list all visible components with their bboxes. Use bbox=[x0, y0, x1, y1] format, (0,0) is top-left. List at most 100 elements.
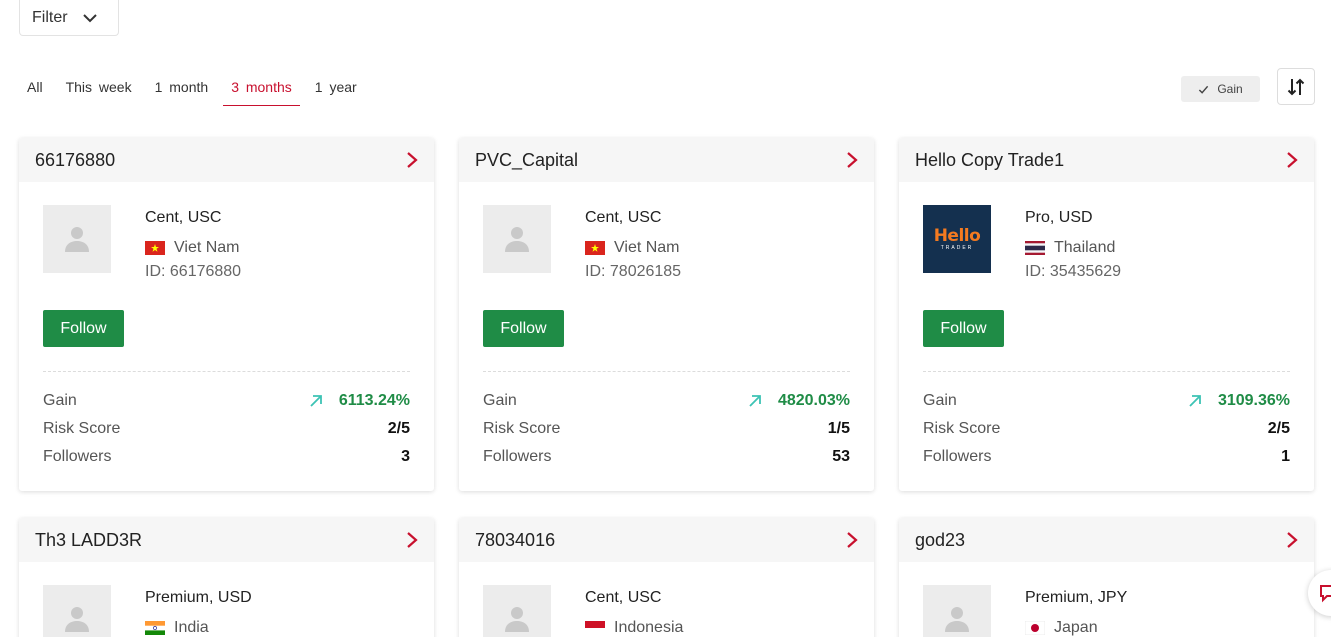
chevron-right-icon bbox=[407, 532, 418, 548]
stat-label: Gain bbox=[483, 392, 517, 409]
divider bbox=[43, 371, 410, 372]
stat-row-risk: Risk Score 2/5 bbox=[923, 415, 1290, 443]
country: Viet Nam bbox=[145, 238, 241, 258]
account-type: Cent, USC bbox=[145, 209, 222, 226]
vietnam-flag bbox=[585, 241, 605, 255]
trader-card-header[interactable]: god23 bbox=[899, 518, 1314, 562]
gain-value: 3109.36% bbox=[1217, 392, 1290, 409]
filter-dropdown[interactable]: Filter bbox=[19, 0, 119, 36]
trader-card: 66176880 Cent, USC Viet Nam ID: 66176880 Fol… bbox=[19, 138, 434, 491]
country-name: India bbox=[174, 619, 209, 636]
tab-3-months[interactable]: 3 months bbox=[223, 68, 300, 106]
country: Viet Nam bbox=[585, 238, 681, 258]
chevron-right-icon bbox=[847, 532, 858, 548]
stat-row-risk: Risk Score 2/5 bbox=[43, 415, 410, 443]
account-type: Premium, USD bbox=[145, 589, 252, 606]
risk-score-value: 1/5 bbox=[827, 420, 850, 437]
risk-score-value: 2/5 bbox=[1267, 420, 1290, 437]
sort-by-gain-chip[interactable]: Gain bbox=[1181, 76, 1260, 102]
stat-row-followers: Followers 1 bbox=[923, 443, 1290, 471]
gain-value: 6113.24% bbox=[338, 392, 410, 409]
avatar bbox=[43, 205, 111, 273]
sort-order-button[interactable] bbox=[1277, 68, 1315, 105]
trader-stats: Gain 6113.24% Risk Score 2/5 Followers 3 bbox=[43, 387, 410, 471]
trader-name: god23 bbox=[915, 529, 966, 550]
stat-label: Gain bbox=[43, 392, 77, 409]
trader-info: Premium, USD India bbox=[145, 588, 252, 637]
tab-this-week[interactable]: This week bbox=[58, 68, 140, 106]
trader-stats: Gain 4820.03% Risk Score 1/5 Followers 53 bbox=[483, 387, 850, 471]
trader-card: Hello Copy Trade1 Hello TRADER Pro, USD Thai… bbox=[899, 138, 1314, 491]
gain-value-group: 4820.03% bbox=[747, 392, 850, 410]
stat-label: Followers bbox=[483, 448, 552, 465]
stat-row-gain: Gain 4820.03% bbox=[483, 387, 850, 415]
country-name: Japan bbox=[1054, 619, 1098, 636]
avatar bbox=[483, 205, 551, 273]
trader-info: Cent, USC Viet Nam ID: 66176880 bbox=[145, 208, 241, 282]
trader-name: Th3 LADD3R bbox=[35, 529, 143, 550]
tab-all[interactable]: All bbox=[19, 68, 51, 106]
trader-name: 66176880 bbox=[35, 149, 116, 170]
indonesia-flag bbox=[585, 621, 605, 635]
avatar bbox=[43, 585, 111, 637]
gain-value-group: 6113.24% bbox=[308, 392, 410, 410]
followers-value: 1 bbox=[1281, 448, 1290, 465]
trader-card: 78034016 Cent, USC Indonesia bbox=[459, 518, 874, 637]
stat-row-followers: Followers 3 bbox=[43, 443, 410, 471]
follow-button[interactable]: Follow bbox=[43, 310, 124, 347]
india-flag bbox=[145, 621, 165, 635]
account-type: Premium, JPY bbox=[1025, 589, 1128, 606]
trader-name: 78034016 bbox=[475, 529, 556, 550]
trader-info: Cent, USC Viet Nam ID: 78026185 bbox=[585, 208, 681, 282]
risk-score-value: 2/5 bbox=[387, 420, 410, 437]
country-name: Viet Nam bbox=[614, 239, 680, 256]
gain-value-group: 3109.36% bbox=[1187, 392, 1290, 410]
avatar bbox=[923, 585, 991, 637]
sort-arrows-icon bbox=[1287, 78, 1305, 95]
stat-row-gain: Gain 3109.36% bbox=[923, 387, 1290, 415]
trader-card-header[interactable]: 78034016 bbox=[459, 518, 874, 562]
user-placeholder-icon bbox=[65, 227, 89, 252]
trend-up-icon bbox=[749, 395, 761, 407]
stat-label: Risk Score bbox=[923, 420, 1001, 437]
divider bbox=[923, 371, 1290, 372]
user-placeholder-icon bbox=[505, 607, 529, 632]
account-id: ID: 35435629 bbox=[1025, 263, 1122, 280]
trend-up-icon bbox=[1189, 395, 1201, 407]
stat-row-followers: Followers 53 bbox=[483, 443, 850, 471]
trader-card-header[interactable]: Hello Copy Trade1 bbox=[899, 138, 1314, 182]
account-type: Cent, USC bbox=[585, 589, 662, 606]
stat-label: Gain bbox=[923, 392, 957, 409]
trader-card: god23 Premium, JPY Japan bbox=[899, 518, 1314, 637]
chevron-right-icon bbox=[407, 152, 418, 168]
stat-label: Risk Score bbox=[483, 420, 561, 437]
stat-label: Followers bbox=[43, 448, 112, 465]
avatar bbox=[483, 585, 551, 637]
country: India bbox=[145, 618, 252, 637]
followers-value: 3 bbox=[401, 448, 410, 465]
follow-button[interactable]: Follow bbox=[483, 310, 564, 347]
trader-card-header[interactable]: Th3 LADD3R bbox=[19, 518, 434, 562]
stat-row-risk: Risk Score 1/5 bbox=[483, 415, 850, 443]
trader-card-header[interactable]: 66176880 bbox=[19, 138, 434, 182]
tab-1-year[interactable]: 1 year bbox=[307, 68, 365, 106]
country: Indonesia bbox=[585, 618, 683, 637]
follow-button[interactable]: Follow bbox=[923, 310, 1004, 347]
gain-value: 4820.03% bbox=[777, 392, 850, 409]
trader-card: Th3 LADD3R Premium, USD India bbox=[19, 518, 434, 637]
thailand-flag bbox=[1025, 241, 1045, 255]
tab-1-month[interactable]: 1 month bbox=[147, 68, 217, 106]
trader-card-header[interactable]: PVC_Capital bbox=[459, 138, 874, 182]
stat-label: Risk Score bbox=[43, 420, 121, 437]
country: Japan bbox=[1025, 618, 1127, 637]
chevron-down-icon bbox=[82, 13, 97, 22]
user-placeholder-icon bbox=[945, 607, 969, 632]
country-name: Viet Nam bbox=[174, 239, 240, 256]
user-placeholder-icon bbox=[505, 227, 529, 252]
trader-logo: Hello TRADER bbox=[923, 205, 991, 273]
country: Thailand bbox=[1025, 238, 1121, 258]
account-type: Cent, USC bbox=[585, 209, 662, 226]
chevron-right-icon bbox=[1287, 152, 1298, 168]
trader-info: Pro, USD Thailand ID: 35435629 bbox=[1025, 208, 1121, 282]
trend-up-icon bbox=[310, 395, 322, 407]
